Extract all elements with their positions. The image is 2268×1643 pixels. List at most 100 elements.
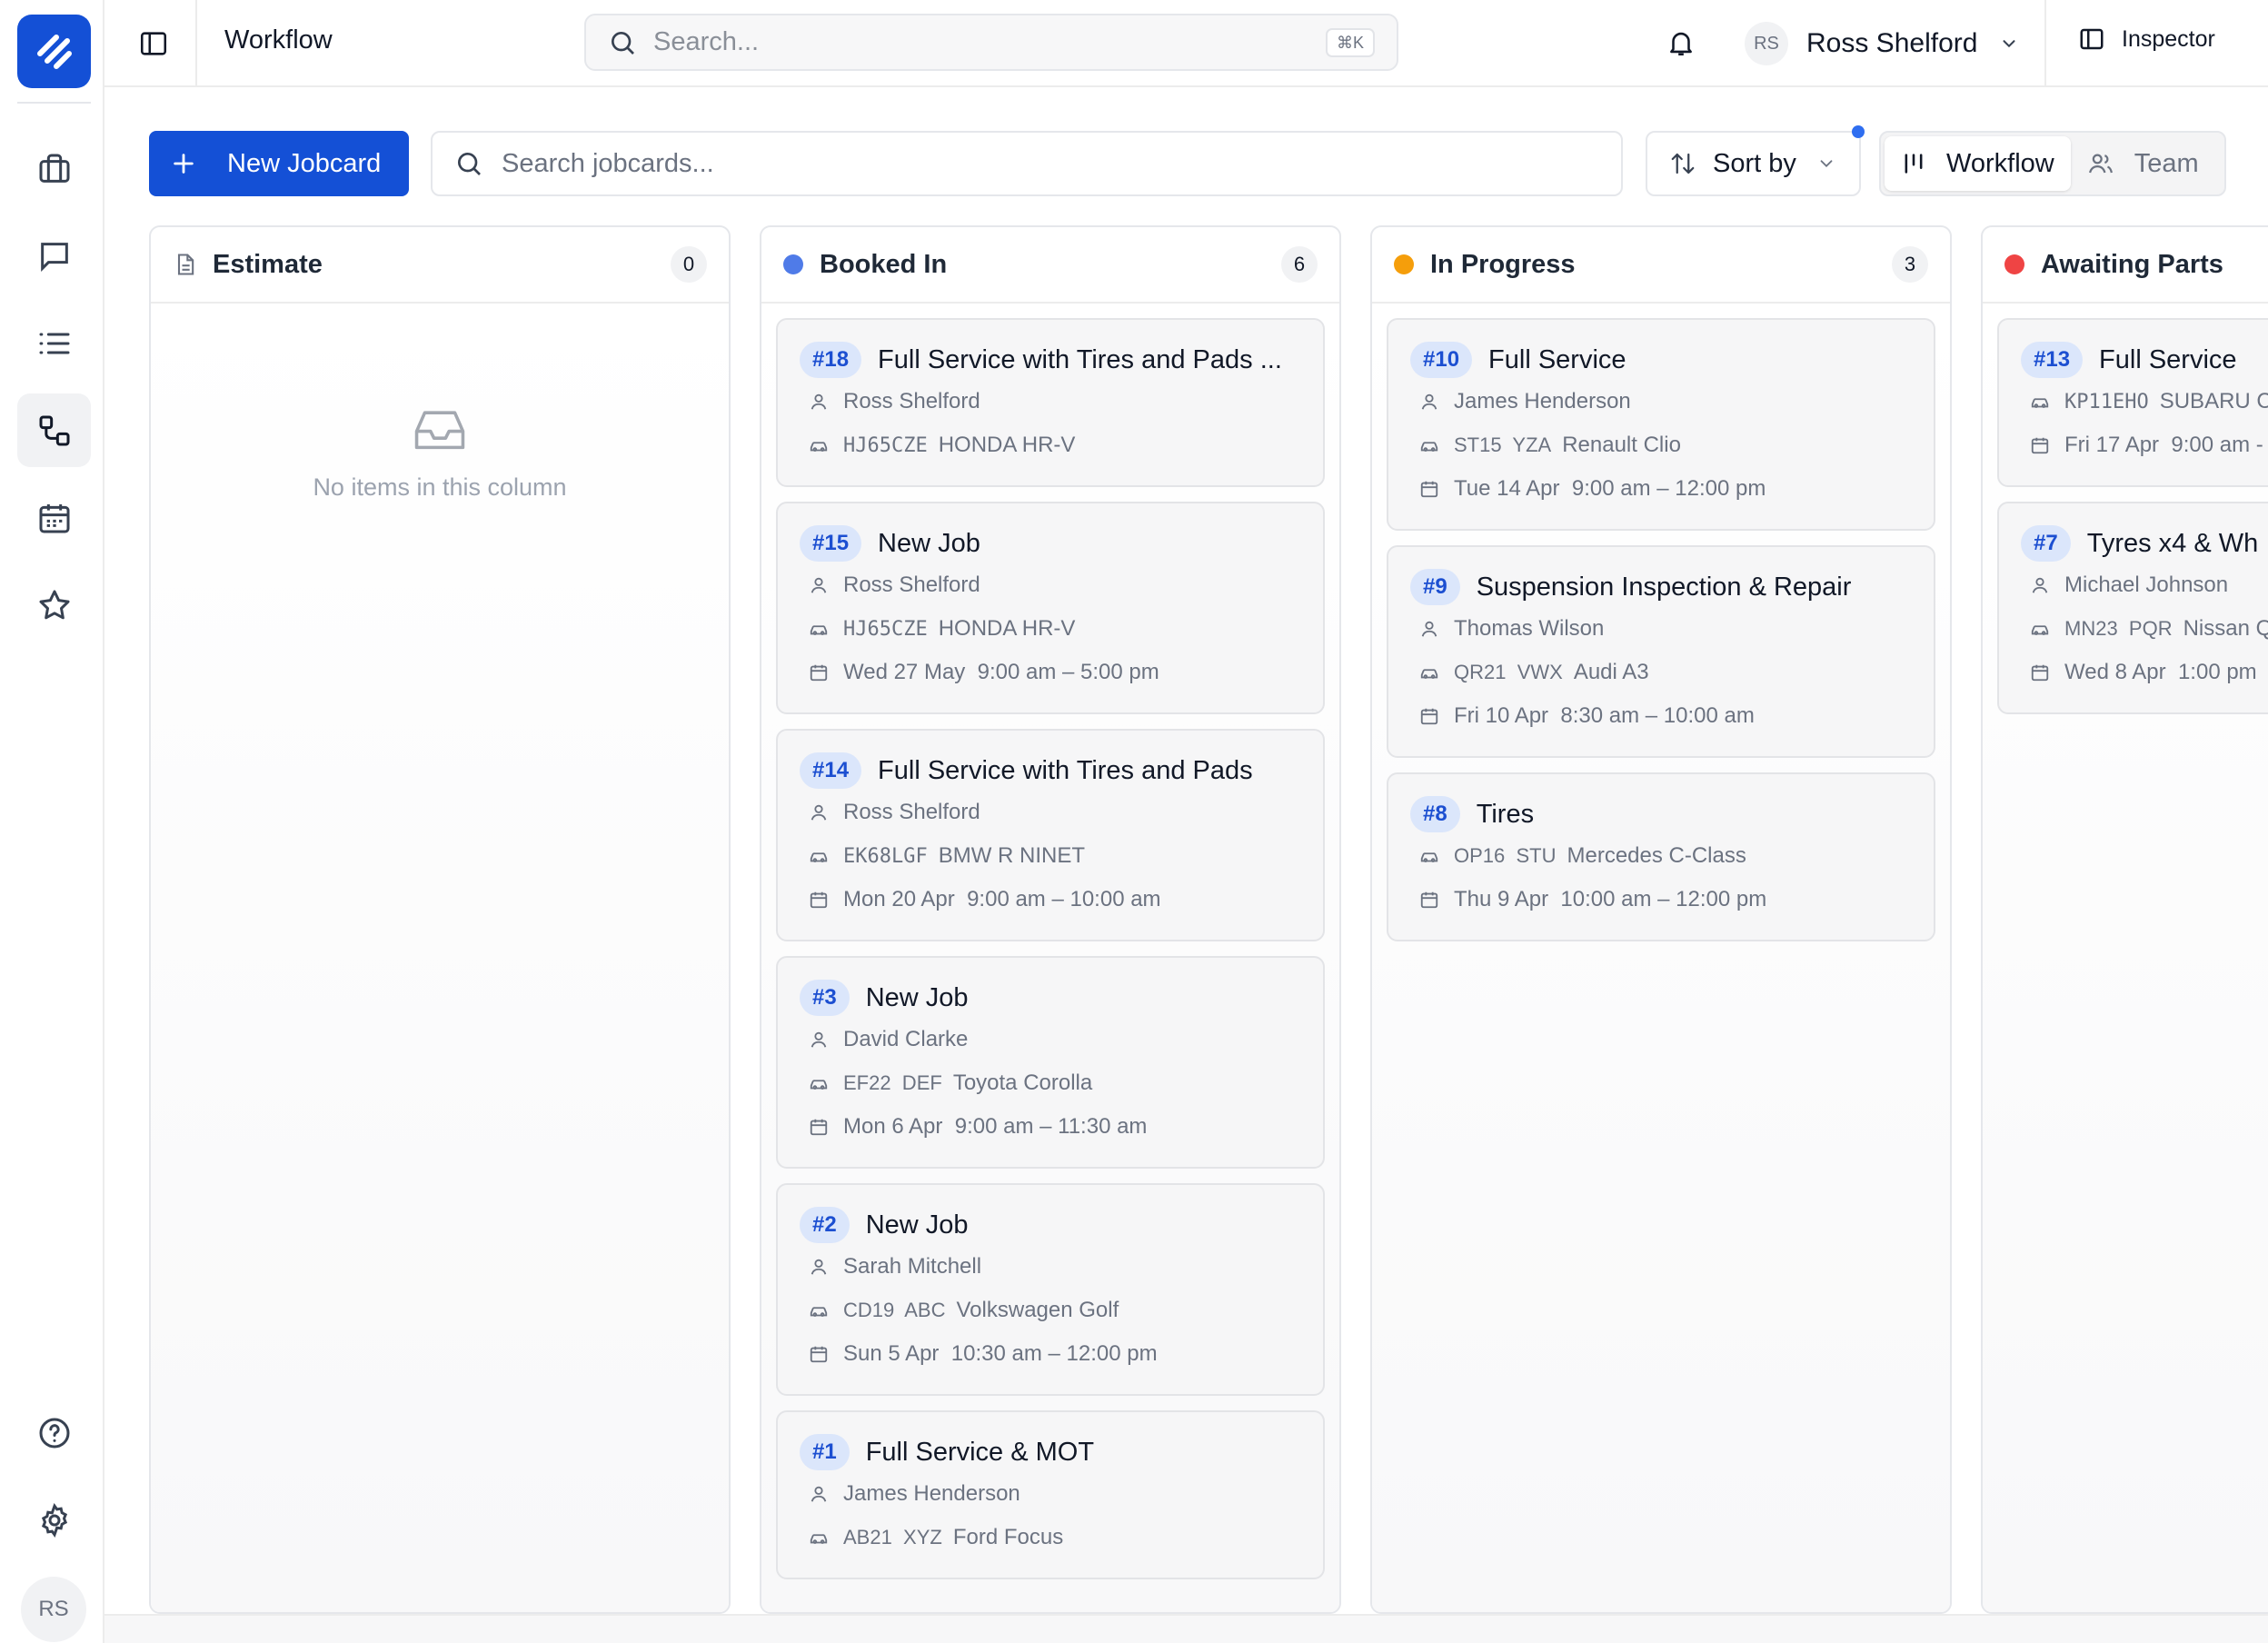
job-title: Full Service: [1488, 344, 1626, 374]
job-card[interactable]: #10 Full Service James Henderson ST15 YZA…: [1387, 318, 1935, 531]
job-card[interactable]: #18 Full Service with Tires and Pads ... …: [776, 318, 1325, 487]
chevron-down-icon: [1999, 34, 2019, 54]
user-menu[interactable]: RS Ross Shelford: [1745, 20, 2019, 67]
job-card[interactable]: #15 New Job Ross Shelford HJ65CZE HONDA HR…: [776, 502, 1325, 714]
column-awaiting-parts: Awaiting Parts #13 Full Service KP11EHO SU…: [1981, 225, 2268, 1614]
user-icon: [807, 801, 831, 824]
job-title: Full Service with Tires and Pads ...: [878, 344, 1282, 374]
sidebar-toggle-button[interactable]: [126, 16, 181, 71]
job-card[interactable]: #7 Tyres x4 & Wh Michael Johnson MN23 PQR…: [1997, 502, 2268, 714]
view-toggle: Workflow Team: [1879, 131, 2226, 196]
job-card[interactable]: #14 Full Service with Tires and Pads Ross…: [776, 729, 1325, 941]
job-id-badge: #18: [800, 342, 862, 378]
vehicle-reg: HJ65CZE: [843, 433, 928, 457]
empty-state-message: No items in this column: [313, 473, 567, 501]
column-estimate: Estimate 0 No items in this column: [149, 225, 731, 1614]
job-vehicle: QR21 VWX Audi A3: [1410, 651, 1912, 694]
column-header: In Progress 3: [1372, 227, 1950, 304]
view-workflow-label: Workflow: [1946, 148, 2054, 178]
rail-workflow-button[interactable]: [17, 393, 91, 467]
job-card[interactable]: #9 Suspension Inspection & Repair Thomas …: [1387, 545, 1935, 758]
car-icon: [2028, 617, 2052, 641]
board-scrollbar[interactable]: [104, 1614, 2268, 1643]
vehicle-model: Audi A3: [1573, 660, 1649, 684]
view-workflow-button[interactable]: Workflow: [1885, 136, 2071, 191]
global-search[interactable]: ⌘K: [584, 14, 1398, 71]
column-title: Estimate: [213, 249, 323, 279]
rail-calendar-button[interactable]: [17, 481, 91, 554]
rail-favourites-button[interactable]: [17, 568, 91, 642]
column-in-progress: In Progress 3 #10 Full Service James Hend…: [1370, 225, 1952, 1614]
job-vehicle: AB21 XYZ Ford Focus: [800, 1516, 1301, 1559]
job-schedule: Fri 10 Apr 8:30 am – 10:00 am: [1410, 694, 1912, 738]
jobcard-search-input[interactable]: [502, 148, 1592, 179]
notifications-button[interactable]: [1658, 20, 1704, 65]
vehicle-reg: KP11EHO: [2064, 390, 2149, 413]
view-team-label: Team: [2134, 148, 2199, 178]
inspector-button[interactable]: Inspector: [2078, 25, 2215, 53]
job-customer: James Henderson: [800, 1472, 1301, 1516]
rail-help-button[interactable]: [17, 1396, 91, 1469]
topbar-divider: [195, 0, 197, 85]
column-header: Awaiting Parts: [1983, 227, 2268, 304]
global-search-input[interactable]: [653, 27, 1289, 57]
job-title: Full Service with Tires and Pads: [878, 755, 1253, 785]
vehicle-reg: HJ65CZE: [843, 617, 928, 641]
user-icon: [807, 573, 831, 597]
job-card[interactable]: #3 New Job David Clarke EF22 DEF Toyota Co…: [776, 956, 1325, 1169]
logo-icon: [36, 34, 72, 69]
vehicle-model: BMW R NINET: [938, 843, 1086, 868]
calendar-icon: [39, 503, 69, 533]
calendar-icon: [807, 1115, 831, 1139]
job-card[interactable]: #2 New Job Sarah Mitchell CD19 ABC Volkswa…: [776, 1183, 1325, 1396]
job-id-badge: #10: [1410, 342, 1473, 378]
bell-icon: [1670, 32, 1692, 56]
job-schedule: Tue 14 Apr 9:00 am – 12:00 pm: [1410, 467, 1912, 511]
job-vehicle: HJ65CZE HONDA HR-V: [800, 423, 1301, 467]
rail-settings-button[interactable]: [17, 1483, 91, 1557]
document-icon: [177, 254, 194, 275]
customer-name: Michael Johnson: [2064, 573, 2229, 597]
user-menu-name: Ross Shelford: [1806, 28, 1978, 58]
jobcard-search[interactable]: [431, 131, 1623, 196]
sort-by-button[interactable]: Sort by: [1646, 131, 1861, 196]
inspector-label: Inspector: [2122, 25, 2215, 52]
car-icon: [807, 1071, 831, 1095]
vehicle-model: Toyota Corolla: [952, 1070, 1093, 1095]
car-icon: [1418, 661, 1441, 684]
new-jobcard-button[interactable]: New Jobcard: [149, 131, 409, 196]
column-body: #10 Full Service James Henderson ST15 YZA…: [1372, 304, 1950, 1612]
job-vehicle: EK68LGF BMW R NINET: [800, 834, 1301, 878]
job-customer: Thomas Wilson: [1410, 607, 1912, 651]
job-id-badge: #1: [800, 1434, 850, 1470]
calendar-icon: [2028, 433, 2052, 457]
job-schedule: Mon 6 Apr 9:00 am – 11:30 am: [800, 1105, 1301, 1149]
job-title: Full Service & MOT: [865, 1437, 1095, 1467]
rail-jobs-button[interactable]: [17, 132, 91, 205]
status-dot: [2004, 254, 2024, 274]
user-avatar[interactable]: RS: [21, 1577, 86, 1642]
job-customer: James Henderson: [1410, 380, 1912, 423]
job-title: New Job: [865, 982, 969, 1012]
column-booked-in: Booked In 6 #18 Full Service with Tires a…: [760, 225, 1341, 1614]
rail-messages-button[interactable]: [17, 219, 91, 293]
inbox-icon: [414, 411, 465, 450]
vehicle-model: Volkswagen Golf: [956, 1298, 1119, 1322]
job-card[interactable]: #8 Tires OP16 STU Mercedes C-Class Thu 9 A…: [1387, 772, 1935, 941]
schedule-text: Thu 9 Apr 10:00 am – 12:00 pm: [1454, 887, 1767, 911]
job-card[interactable]: #13 Full Service KP11EHO SUBARU C Fri 17 A…: [1997, 318, 2268, 487]
job-vehicle: KP11EHO SUBARU C: [2021, 380, 2268, 423]
vehicle-model: SUBARU C: [2159, 389, 2268, 413]
vehicle-reg: QR21 VWX: [1454, 661, 1563, 683]
schedule-text: Sun 5 Apr 10:30 am – 12:00 pm: [843, 1341, 1158, 1366]
status-dot: [1394, 254, 1414, 274]
empty-state: No items in this column: [151, 403, 729, 502]
user-icon: [807, 1255, 831, 1279]
app-logo[interactable]: [17, 15, 91, 88]
job-schedule: Mon 20 Apr 9:00 am – 10:00 am: [800, 878, 1301, 921]
view-team-button[interactable]: Team: [2071, 136, 2215, 191]
star-icon: [39, 590, 69, 619]
job-card[interactable]: #1 Full Service & MOT James Henderson AB2…: [776, 1410, 1325, 1579]
schedule-text: Fri 17 Apr 9:00 am -: [2064, 433, 2263, 457]
rail-list-button[interactable]: [17, 306, 91, 380]
